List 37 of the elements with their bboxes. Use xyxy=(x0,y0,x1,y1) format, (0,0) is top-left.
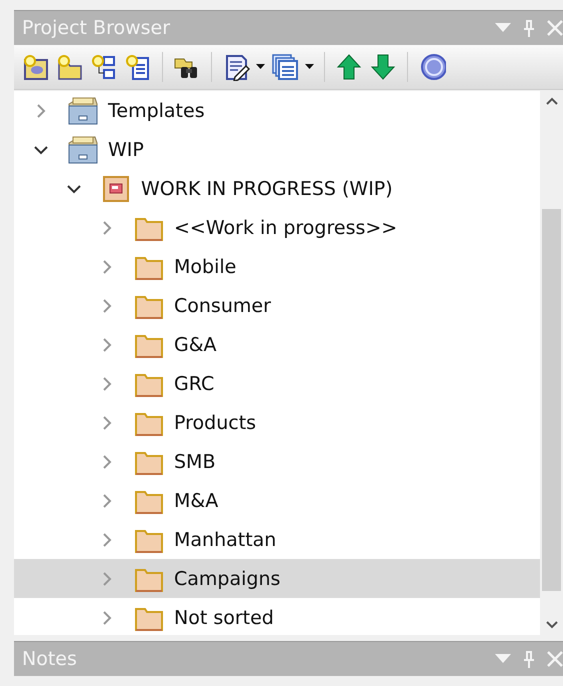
dropdown-icon[interactable] xyxy=(495,654,511,664)
tree-item[interactable]: Consumer xyxy=(14,286,540,325)
panel-title: Notes xyxy=(22,648,78,670)
documents-icon[interactable] xyxy=(271,53,299,81)
new-folder-icon[interactable] xyxy=(56,53,84,81)
close-icon[interactable] xyxy=(547,20,563,36)
scrollbar-thumb[interactable] xyxy=(542,209,561,591)
tree-item[interactable]: Not sorted xyxy=(14,598,540,635)
tree-item[interactable]: Mobile xyxy=(14,247,540,286)
scroll-up-icon[interactable] xyxy=(546,97,558,105)
new-diagram-icon[interactable] xyxy=(90,53,118,81)
new-element-icon[interactable] xyxy=(124,53,152,81)
tree-item[interactable]: WIP xyxy=(14,130,540,169)
caret-icon[interactable] xyxy=(305,64,314,70)
caret-icon[interactable] xyxy=(256,64,265,70)
down-arrow-icon[interactable] xyxy=(369,53,397,81)
database-icon xyxy=(67,96,99,126)
package-icon xyxy=(103,176,129,202)
tree-item[interactable]: WORK IN PROGRESS (WIP) xyxy=(14,169,540,208)
close-icon[interactable] xyxy=(547,651,563,667)
pin-icon[interactable] xyxy=(523,650,535,668)
tree-item[interactable]: SMB xyxy=(14,442,540,481)
tree-item[interactable]: Campaigns xyxy=(14,559,540,598)
tree-item[interactable]: <<Work in progress>> xyxy=(14,208,540,247)
tree-item[interactable]: M&A xyxy=(14,481,540,520)
tree-item[interactable]: Manhattan xyxy=(14,520,540,559)
database-icon xyxy=(67,134,99,164)
tree-item[interactable]: GRC xyxy=(14,364,540,403)
tree-item[interactable]: Products xyxy=(14,403,540,442)
new-model-icon[interactable] xyxy=(22,53,50,81)
tree-item[interactable]: G&A xyxy=(14,325,540,364)
up-arrow-icon[interactable] xyxy=(335,53,363,81)
tree-item[interactable]: Templates xyxy=(14,91,540,130)
scroll-down-icon[interactable] xyxy=(546,621,558,629)
dropdown-icon[interactable] xyxy=(495,23,511,33)
panel-title: Project Browser xyxy=(22,17,172,39)
pin-icon[interactable] xyxy=(523,19,535,37)
